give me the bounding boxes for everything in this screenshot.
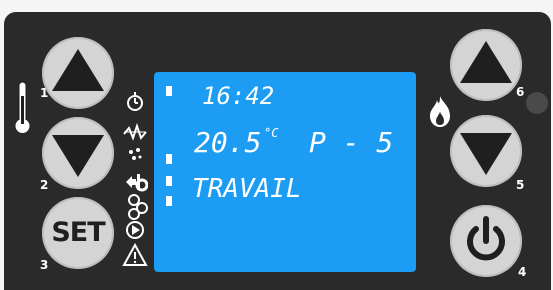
button-5-number: 5: [516, 178, 525, 192]
play-icon: [126, 221, 144, 239]
heater-icon: [123, 122, 147, 141]
pump-icon: [126, 174, 148, 192]
thermometer-icon: [15, 81, 30, 133]
led-indicator: [526, 92, 548, 114]
down-button-2[interactable]: [42, 117, 114, 189]
down-button-5[interactable]: [450, 115, 522, 187]
down-triangle-icon: [460, 133, 512, 175]
button-2-number: 2: [40, 178, 49, 192]
lcd-segment-marker: [166, 154, 172, 164]
set-button[interactable]: SET: [42, 197, 114, 269]
power-icon: [467, 216, 505, 261]
up-button-1[interactable]: [42, 37, 114, 109]
clock-icon: [127, 92, 143, 111]
lcd-segment-marker: [166, 196, 172, 206]
controller-panel: 1 2 SET 3 16:42 20.5 °C P - 5 TRAVAIL 6 …: [4, 12, 551, 290]
lcd-temperature: 20.5: [194, 126, 262, 159]
fan-icon: [129, 148, 142, 160]
lcd-display: 16:42 20.5 °C P - 5 TRAVAIL: [154, 72, 416, 272]
lcd-program: P - 5: [309, 126, 394, 159]
power-button[interactable]: [450, 205, 522, 277]
status-icons-column: [122, 92, 148, 266]
button-3-number: 3: [40, 258, 49, 272]
lcd-segment-marker: [166, 176, 172, 186]
up-triangle-icon: [460, 41, 512, 83]
lcd-status: TRAVAIL: [192, 174, 302, 204]
up-triangle-icon: [52, 49, 104, 91]
set-label: SET: [51, 217, 105, 248]
flame-icon: [430, 96, 450, 127]
button-4-number: 4: [518, 265, 527, 279]
lcd-temperature-unit: °C: [264, 126, 279, 140]
lcd-segment-marker: [166, 86, 172, 96]
warning-icon: [122, 242, 148, 266]
up-button-6[interactable]: [450, 29, 522, 101]
button-1-number: 1: [40, 86, 49, 100]
lcd-time: 16:42: [202, 82, 275, 110]
down-triangle-icon: [52, 135, 104, 177]
button-6-number: 6: [516, 85, 525, 99]
